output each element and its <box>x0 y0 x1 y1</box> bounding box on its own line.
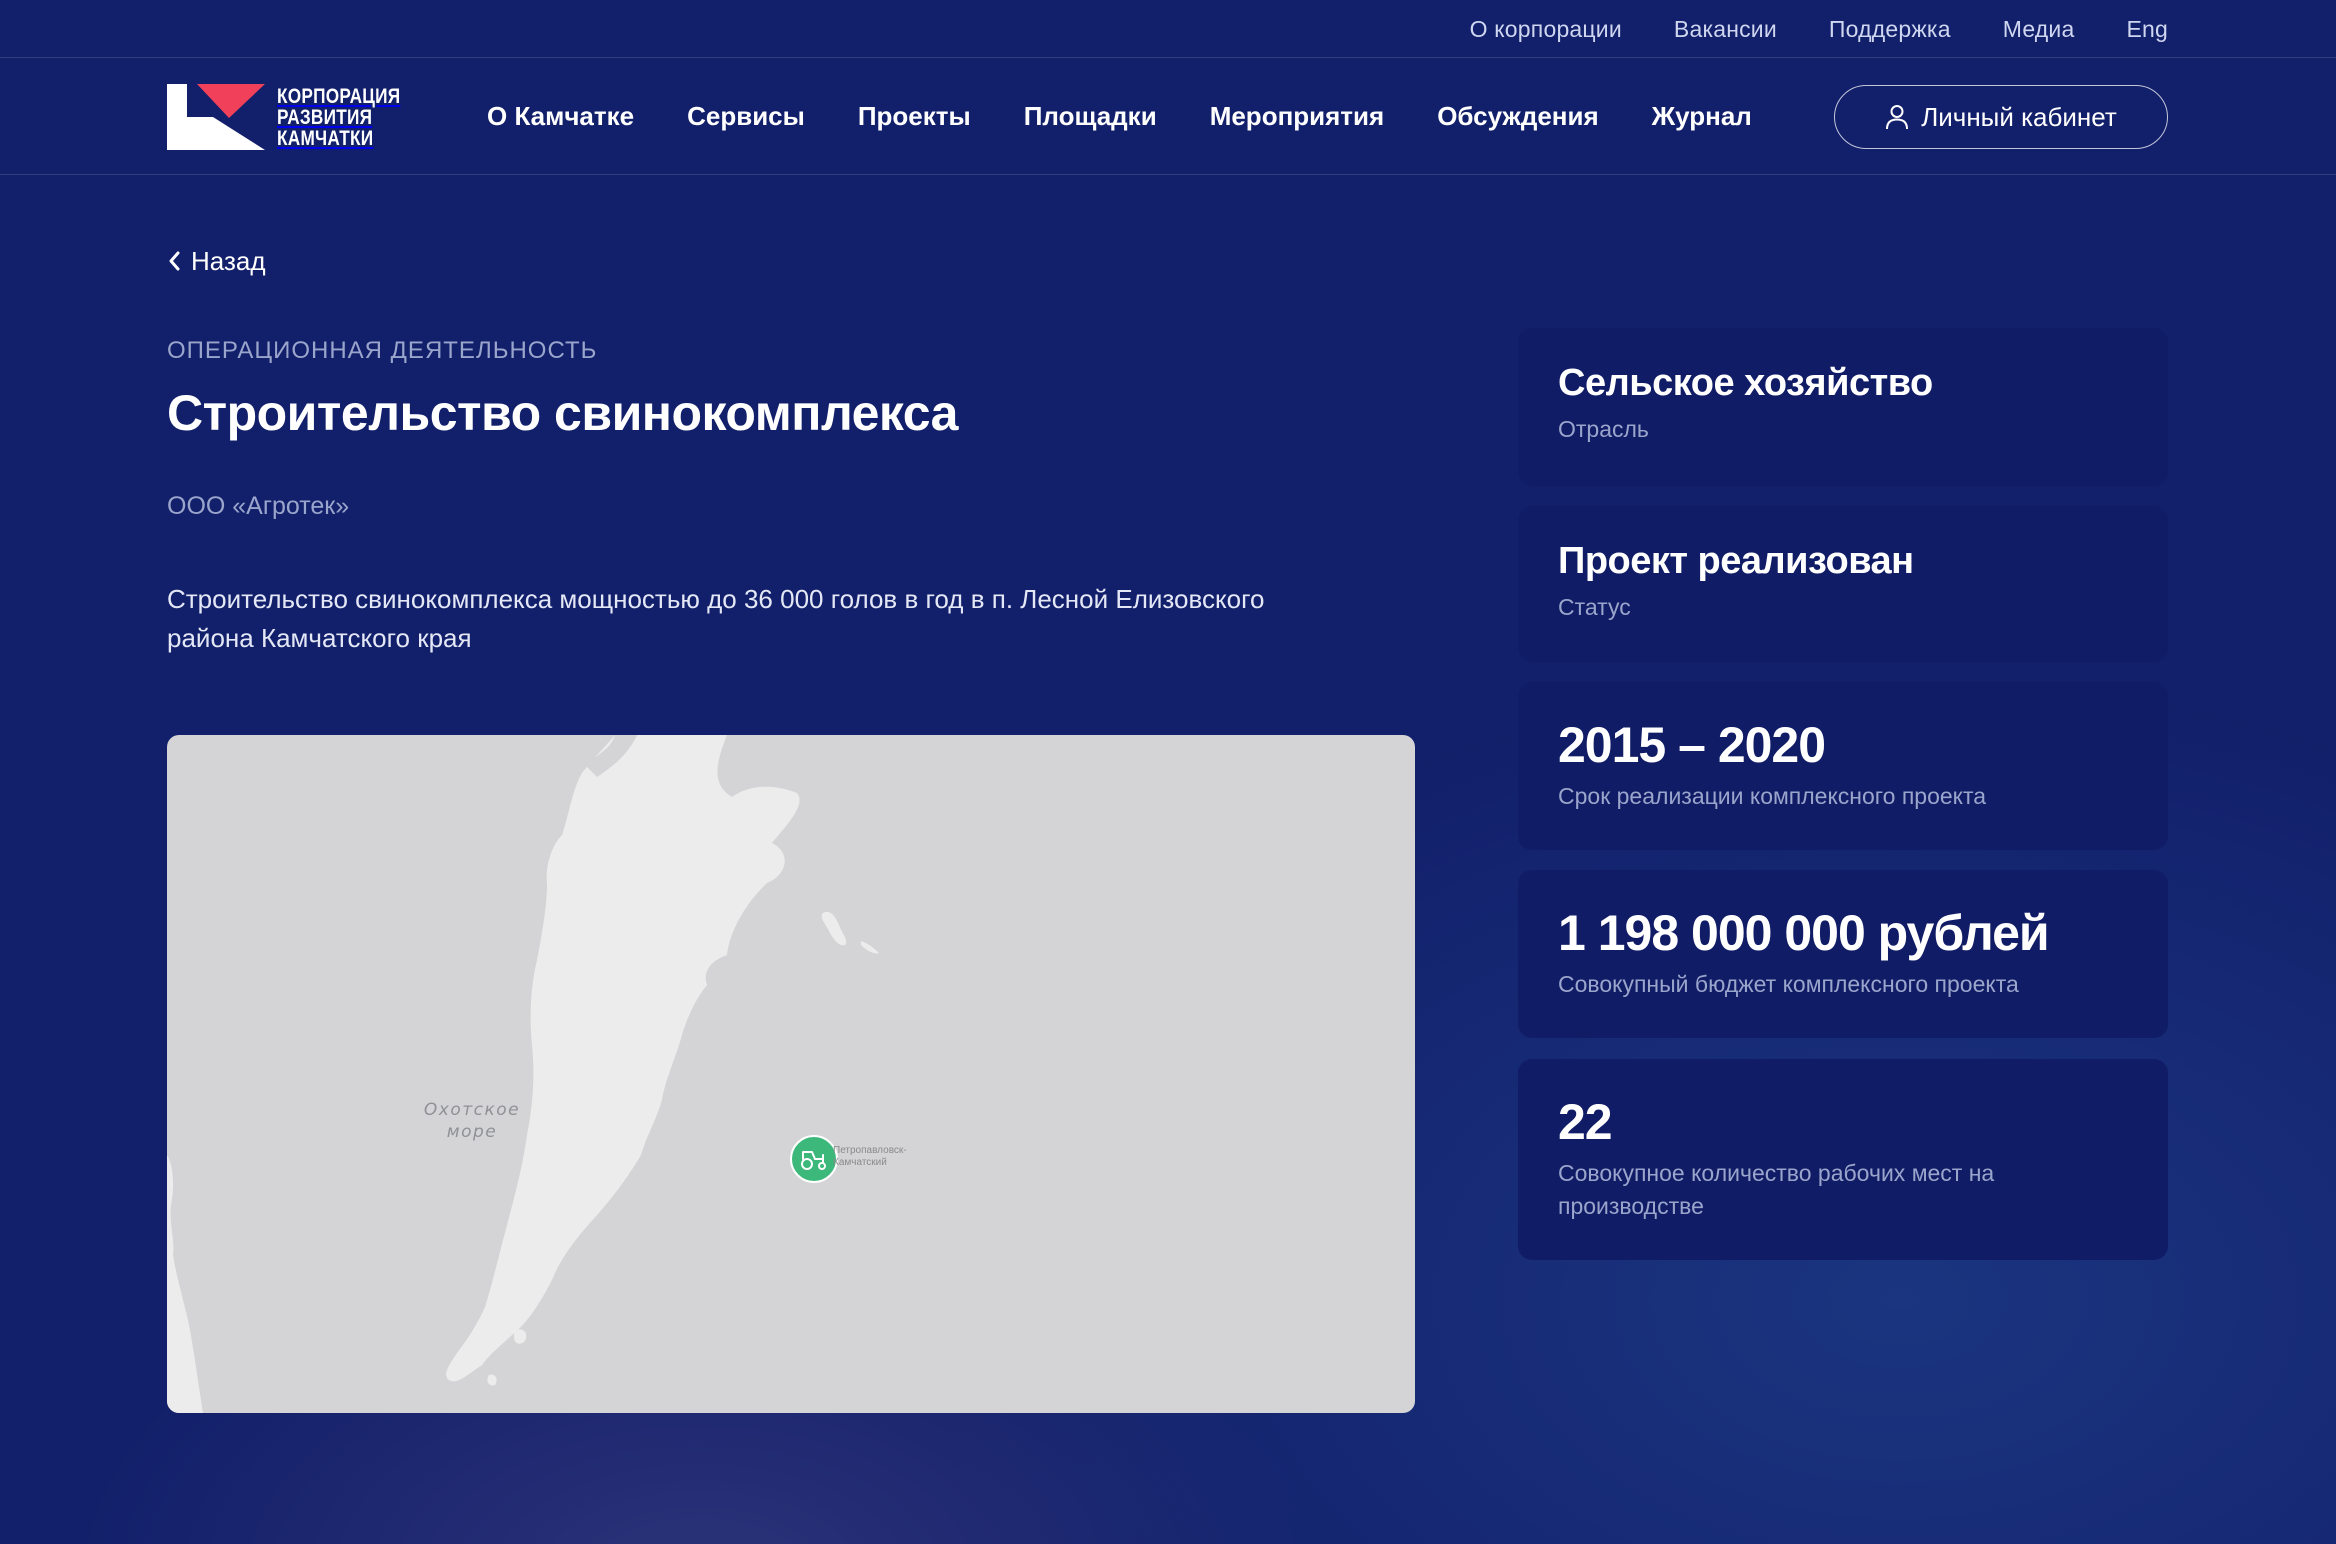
utility-link-media[interactable]: Медиа <box>2003 16 2075 43</box>
project-category: ОПЕРАЦИОННАЯ ДЕЯТЕЛЬНОСТЬ <box>167 337 598 364</box>
info-card-value: 1 198 000 000 рублей <box>1558 905 2050 961</box>
personal-account-label: Личный кабинет <box>1921 101 2117 132</box>
project-location-marker[interactable] <box>790 1135 838 1183</box>
back-link-label: Назад <box>191 245 266 276</box>
info-card-caption: Совокупный бюджет комплексного проекта <box>1558 971 2019 997</box>
nav-item-events[interactable]: Мероприятия <box>1210 101 1385 132</box>
sea-label: Охотское море <box>423 1100 521 1142</box>
info-card-period: 2015 – 2020 Срок реализации комплексного… <box>1518 682 2168 850</box>
info-card-status: Проект реализован Статус <box>1518 506 2168 662</box>
utility-link-about[interactable]: О корпорации <box>1470 16 1622 43</box>
nav-item-journal[interactable]: Журнал <box>1652 101 1752 132</box>
project-description: Строительство свинокомплекса мощностью д… <box>167 584 1265 653</box>
personal-account-button[interactable]: Личный кабинет <box>1834 85 2168 149</box>
nav-item-kamchatka[interactable]: О Камчатке <box>487 101 634 132</box>
logo-line-2: РАЗВИТИЯ <box>277 105 373 129</box>
page-title: Строительство свинокомплекса <box>167 385 958 441</box>
nav-item-projects[interactable]: Проекты <box>858 101 971 132</box>
nav-item-discussions[interactable]: Обсуждения <box>1437 101 1598 132</box>
back-link[interactable]: Назад <box>167 244 266 278</box>
chevron-left-icon <box>169 251 180 271</box>
info-card-value: Сельское хозяйство <box>1558 362 1933 404</box>
info-card-caption: Совокупное количество рабочих мест на пр… <box>1558 1160 1995 1219</box>
company-name: ООО «Агротек» <box>167 492 350 520</box>
info-card-industry: Сельское хозяйство Отрасль <box>1518 328 2168 486</box>
logo-line-3: КАМЧАТКИ <box>277 126 374 150</box>
info-card-value: 2015 – 2020 <box>1558 717 1826 773</box>
nav-item-sites[interactable]: Площадки <box>1024 101 1157 132</box>
info-card-caption: Отрасль <box>1558 416 1649 442</box>
main-header: КОРПОРАЦИЯ РАЗВИТИЯ КАМЧАТКИ О Камчатке … <box>0 58 2336 175</box>
info-card-caption: Срок реализации комплексного проекта <box>1558 783 1987 809</box>
main-nav: О Камчатке Сервисы Проекты Площадки Меро… <box>487 58 1752 175</box>
logo[interactable]: КОРПОРАЦИЯ РАЗВИТИЯ КАМЧАТКИ <box>167 84 427 150</box>
utility-links: О корпорации Вакансии Поддержка Медиа En… <box>1470 0 2168 58</box>
project-map[interactable]: Охотское море Петропавловск-Камчатский <box>167 735 1415 1413</box>
info-card-caption: Статус <box>1558 594 1631 620</box>
map-land <box>167 735 879 1413</box>
logo-text: КОРПОРАЦИЯ РАЗВИТИЯ КАМЧАТКИ <box>277 86 400 149</box>
utility-link-vacancies[interactable]: Вакансии <box>1674 16 1777 43</box>
utility-link-support[interactable]: Поддержка <box>1829 16 1951 43</box>
user-icon <box>1886 105 1909 130</box>
city-label: Петропавловск-Камчатский <box>833 1145 907 1168</box>
top-utility-bar: О корпорации Вакансии Поддержка Медиа En… <box>0 0 2336 58</box>
info-card-value: Проект реализован <box>1558 540 1914 582</box>
tractor-icon <box>801 1151 826 1170</box>
language-switch-link[interactable]: Eng <box>2126 16 2168 43</box>
logo-mark-icon <box>167 84 265 150</box>
info-card-budget: 1 198 000 000 рублей Совокупный бюджет к… <box>1518 870 2168 1038</box>
info-card-value: 22 <box>1558 1094 1613 1150</box>
info-card-jobs: 22 Совокупное количество рабочих мест на… <box>1518 1059 2168 1260</box>
logo-line-1: КОРПОРАЦИЯ <box>277 84 401 108</box>
nav-item-services[interactable]: Сервисы <box>687 101 805 132</box>
